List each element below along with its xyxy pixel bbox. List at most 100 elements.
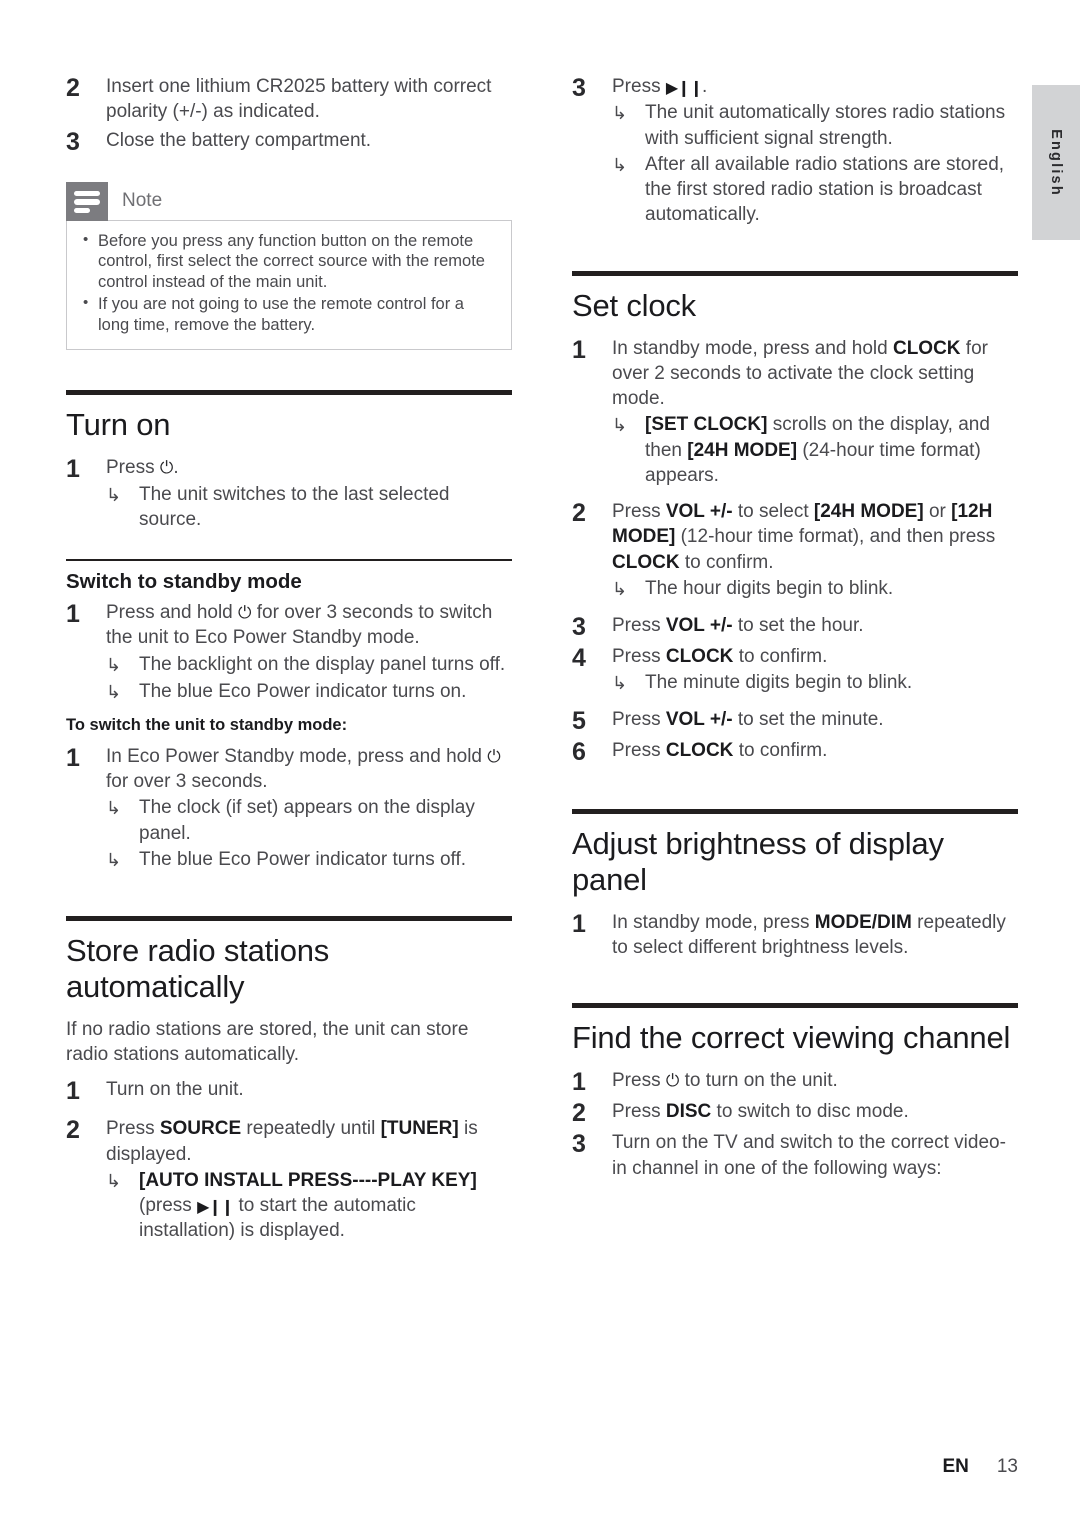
result-line: ↳ The minute digits begin to blink.: [612, 670, 1018, 696]
step-text-part: to set the minute.: [732, 708, 884, 730]
section-rule: [572, 808, 1018, 814]
result-text: The hour digits begin to blink.: [645, 577, 894, 599]
step-item: 6 Press CLOCK to confirm.: [572, 738, 1018, 766]
step-number: 2: [66, 74, 80, 102]
step-item: 3 Press ▶❙❙. ↳ The unit automatically st…: [572, 74, 1018, 228]
result-arrow-icon: ↳: [612, 154, 628, 175]
step-text-pre: Press: [612, 76, 666, 97]
step-text-part: to switch to disc mode.: [711, 1101, 909, 1123]
step-text-part: Press: [612, 1101, 666, 1123]
result-arrow-icon: ↳: [106, 798, 122, 819]
step-text-part: (12-hour time format), and then press: [675, 526, 996, 548]
note-list-item: If you are not going to use the remote c…: [79, 293, 499, 336]
result-text: The backlight on the display panel turns…: [139, 653, 506, 675]
power-icon: ⏻: [159, 458, 174, 479]
button-name-clock: CLOCK: [665, 739, 734, 761]
step-text-part: Press: [612, 501, 666, 523]
step-item: 1 In Eco Power Standby mode, press and h…: [66, 744, 512, 873]
step-text: Press ⏻ to turn on the unit.: [612, 1068, 1018, 1093]
step-item: 3 Close the battery compartment.: [66, 128, 512, 156]
step-text-pre: Press and hold: [106, 602, 239, 624]
result-line: ↳ After all available radio stations are…: [612, 152, 1018, 228]
step-text-post: for over 3 seconds.: [106, 771, 268, 793]
step-text-post: to turn on the unit.: [679, 1070, 838, 1092]
step-text-pre: Press: [106, 457, 160, 479]
step-item: 3 Press VOL +/- to set the hour.: [572, 613, 1018, 641]
step-text-post: .: [173, 457, 179, 479]
play-pause-icon: ▶❙❙: [665, 78, 703, 97]
step-text-part: Press: [612, 645, 666, 667]
result-text: The blue Eco Power indicator turns off.: [139, 849, 467, 871]
language-label: English: [1048, 128, 1064, 197]
section-viewing-channel: Find the correct viewing channel 1 Press…: [572, 1003, 1018, 1180]
step-item: 5 Press VOL +/- to set the minute.: [572, 707, 1018, 735]
result-text: [SET CLOCK] scrolls on the display, and …: [645, 412, 1018, 488]
result-text: After all available radio stations are s…: [645, 153, 1005, 226]
step-text: In Eco Power Standby mode, press and hol…: [106, 744, 512, 795]
note-title: Note: [122, 190, 163, 212]
button-name-vol: VOL +/-: [665, 708, 733, 730]
section-heading: Set clock: [572, 287, 696, 323]
section-rule: [66, 915, 512, 921]
result-text: [AUTO INSTALL PRESS----PLAY KEY] (press …: [139, 1168, 512, 1244]
display-value-auto-install: [AUTO INSTALL PRESS----PLAY KEY]: [139, 1169, 477, 1191]
step-number: 5: [572, 706, 586, 735]
power-icon: ⏻: [487, 746, 501, 767]
page-footer: EN 13: [572, 1456, 1018, 1478]
step-number: 3: [572, 612, 586, 641]
step-number: 1: [66, 1077, 80, 1106]
section-turn-on: Turn on 1 Press ⏻. ↳ The unit switches t…: [66, 390, 512, 532]
step-text: Press DISC to switch to disc mode.: [612, 1099, 1018, 1124]
section-heading: Find the correct viewing channel: [572, 1020, 1011, 1056]
note-body: Before you press any function button on …: [66, 219, 512, 351]
step-number: 4: [572, 643, 586, 672]
result-arrow-icon: ↳: [106, 484, 122, 505]
note-list: Before you press any function button on …: [79, 230, 499, 337]
left-column: 2 Insert one lithium CR2025 battery with…: [66, 74, 512, 1247]
result-line: ↳ [AUTO INSTALL PRESS----PLAY KEY] (pres…: [106, 1168, 512, 1244]
footer-page-number: 13: [996, 1456, 1018, 1477]
display-value-set-clock: [SET CLOCK]: [645, 414, 768, 436]
section-rule: [66, 390, 512, 396]
step-item: 1 Press ⏻ to turn on the unit.: [572, 1068, 1018, 1096]
step-text: Insert one lithium CR2025 battery with c…: [106, 76, 492, 123]
step-text-part: Press: [612, 739, 666, 761]
step-text-part: to set the hour.: [732, 614, 864, 636]
result-line: ↳ The blue Eco Power indicator turns on.: [106, 679, 512, 705]
note-lines-icon: [66, 181, 108, 221]
section-heading: Store radio stations automatically: [66, 932, 330, 1004]
step-item: 2 Press VOL +/- to select [24H MODE] or …: [572, 499, 1018, 602]
result-arrow-icon: ↳: [106, 1170, 122, 1191]
step-item: 1 Turn on the unit.: [66, 1077, 512, 1105]
step-text: Press CLOCK to confirm.: [612, 738, 1018, 763]
section-adjust-brightness: Adjust brightness of display panel 1 In …: [572, 808, 1018, 960]
section-set-clock: Set clock 1 In standby mode, press and h…: [572, 270, 1018, 766]
section-rule: [572, 1003, 1018, 1009]
step-text: Turn on the unit.: [106, 1079, 244, 1101]
result-arrow-icon: ↳: [612, 415, 628, 436]
section-store-radio: Store radio stations automatically If no…: [66, 915, 512, 1244]
note-box: Note Before you press any function butto…: [66, 181, 512, 351]
language-side-tab: English: [1032, 85, 1080, 240]
battery-steps: 2 Insert one lithium CR2025 battery with…: [66, 74, 512, 156]
note-header: Note: [66, 181, 512, 221]
power-icon: ⏻: [238, 603, 252, 624]
result-line: ↳ The blue Eco Power indicator turns off…: [106, 847, 512, 873]
step-item: 3 Turn on the TV and switch to the corre…: [572, 1130, 1018, 1181]
step-number: 1: [66, 455, 80, 484]
result-text: The minute digits begin to blink.: [645, 672, 913, 694]
step-text-part: to select: [732, 501, 814, 523]
play-pause-icon: ▶❙❙: [197, 1197, 234, 1217]
step-number: 2: [572, 1099, 586, 1128]
result-text: The clock (if set) appears on the displa…: [139, 797, 475, 844]
result-line: ↳ The backlight on the display panel tur…: [106, 652, 512, 678]
step-text: In standby mode, press and hold CLOCK fo…: [612, 336, 1018, 412]
step-text: Press and hold ⏻ for over 3 seconds to s…: [106, 600, 512, 651]
display-value-tuner: [TUNER]: [380, 1118, 459, 1140]
section-rule: [572, 270, 1018, 276]
step-number: 1: [66, 600, 80, 629]
step-text: Press SOURCE repeatedly until [TUNER] is…: [106, 1116, 512, 1167]
step-text: Press VOL +/- to set the hour.: [612, 613, 1018, 638]
section-press-play: 3 Press ▶❙❙. ↳ The unit automatically st…: [572, 74, 1018, 228]
button-name-clock: CLOCK: [892, 337, 961, 359]
